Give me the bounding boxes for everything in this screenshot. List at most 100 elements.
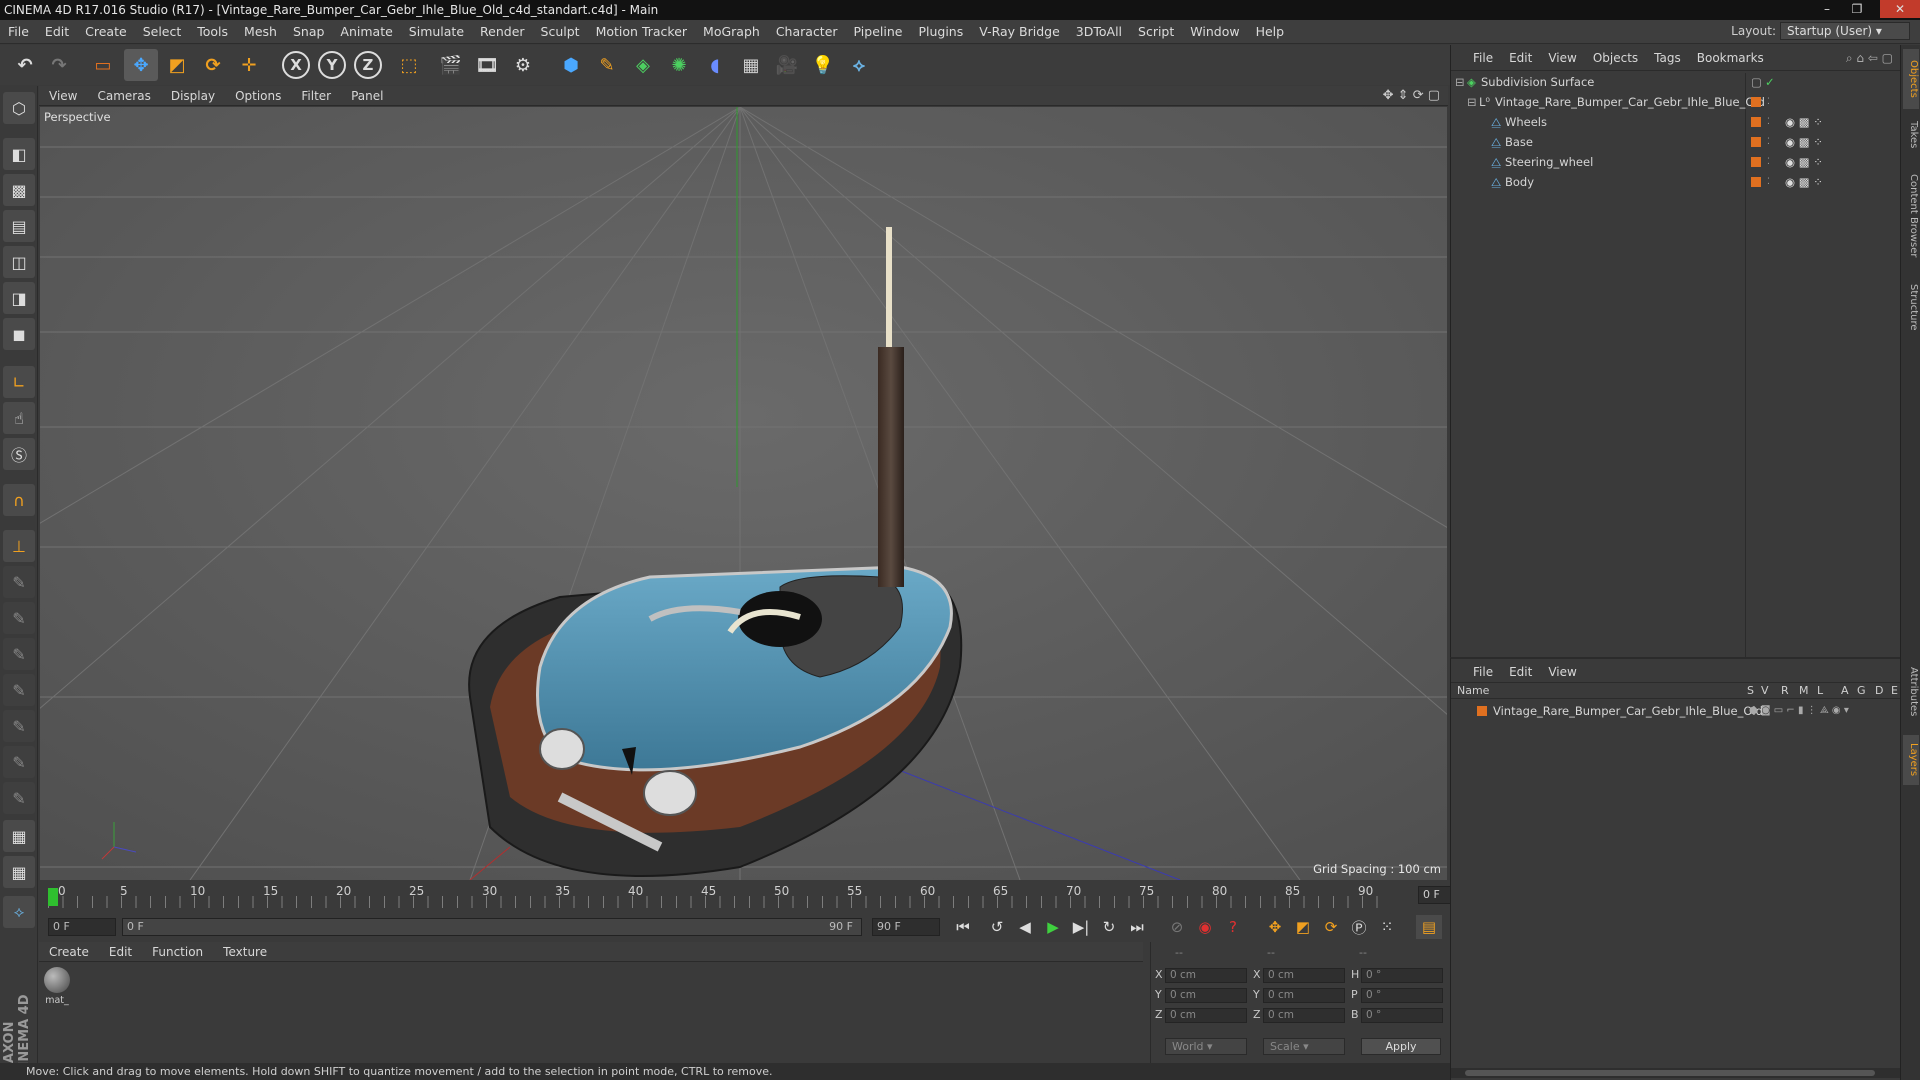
make-editable-icon[interactable]: ⬡: [3, 92, 35, 124]
menu-vray-bridge[interactable]: V-Ray Bridge: [971, 20, 1068, 44]
sculpt-brush-icon[interactable]: ✎: [3, 566, 35, 598]
timeline-layout-icon[interactable]: ▤: [1416, 915, 1442, 939]
python-script-icon[interactable]: ⟡: [3, 896, 35, 928]
deformer-icon[interactable]: ◖: [698, 49, 732, 81]
object-menu-bookmarks[interactable]: Bookmarks: [1689, 45, 1772, 71]
size-y-field[interactable]: 0 cm: [1263, 988, 1345, 1003]
layer-color-swatch[interactable]: [1751, 177, 1761, 187]
tab-attributes[interactable]: Attributes: [1903, 657, 1919, 727]
layer-color-swatch[interactable]: [1477, 706, 1487, 716]
object-menu-objects[interactable]: Objects: [1585, 45, 1646, 71]
sculpt-grab-icon[interactable]: ✎: [3, 746, 35, 778]
key-parameter-icon[interactable]: Ⓟ: [1346, 915, 1372, 939]
snap-icon[interactable]: ⊥: [3, 530, 35, 562]
render-settings-icon[interactable]: ⚙: [506, 49, 540, 81]
mograph-cloner-icon[interactable]: ✺: [662, 49, 696, 81]
material-tag-icon[interactable]: ◉ ▩ ⁘: [1785, 152, 1823, 172]
auto-keying-icon[interactable]: ◉: [1192, 915, 1218, 939]
object-row[interactable]: ⊟ ◈ Subdivision Surface ▢ ✓: [1451, 72, 1901, 92]
layer-row[interactable]: Vintage_Rare_Bumper_Car_Gebr_Ihle_Blue_O…: [1451, 701, 1901, 721]
rotation-h-field[interactable]: 0 °: [1361, 968, 1443, 983]
layer-horizontal-scrollbar[interactable]: [1451, 1068, 1901, 1078]
layer-color-swatch[interactable]: [1751, 97, 1761, 107]
polygons-mode-icon[interactable]: ◼: [3, 318, 35, 350]
position-y-field[interactable]: 0 cm: [1165, 988, 1247, 1003]
next-keyframe-icon[interactable]: ↻: [1096, 915, 1122, 939]
menu-render[interactable]: Render: [472, 20, 533, 44]
object-menu-tags[interactable]: Tags: [1646, 45, 1689, 71]
transform-tool-icon[interactable]: ✛: [232, 49, 266, 81]
viewport-menu-display[interactable]: Display: [161, 86, 225, 106]
workplane-icon[interactable]: ▤: [3, 210, 35, 242]
end-frame-field[interactable]: 90 F: [872, 918, 940, 936]
go-to-end-icon[interactable]: ⏭: [1124, 915, 1150, 939]
sculpt-pinch-icon[interactable]: ✎: [3, 782, 35, 814]
size-mode-dropdown[interactable]: Scale ▾: [1263, 1038, 1345, 1055]
key-position-icon[interactable]: ✥: [1262, 915, 1288, 939]
object-manager-search-icon[interactable]: ⌕ ⌂ ⇦ ▢: [1846, 45, 1893, 71]
minimize-button[interactable]: –: [1812, 0, 1842, 18]
tweak-mode-icon[interactable]: ☝: [3, 402, 35, 434]
layout-dropdown[interactable]: Startup (User) ▾: [1780, 22, 1910, 40]
solo-mode-icon[interactable]: Ⓢ: [3, 438, 35, 470]
floor-icon[interactable]: ▦: [734, 49, 768, 81]
rotate-tool-icon[interactable]: ⟳: [196, 49, 230, 81]
close-button[interactable]: ✕: [1880, 0, 1920, 18]
layer-color-swatch[interactable]: [1751, 157, 1761, 167]
cube-primitive-icon[interactable]: ⬢: [554, 49, 588, 81]
next-frame-icon[interactable]: ▶|: [1068, 915, 1094, 939]
object-row[interactable]: ⧋ Body ⁚ ◉ ▩ ⁘: [1451, 172, 1901, 192]
maximize-button[interactable]: ❐: [1842, 0, 1872, 18]
coordinate-mode-dropdown[interactable]: World ▾: [1165, 1038, 1247, 1055]
menu-snap[interactable]: Snap: [285, 20, 332, 44]
texture-mode-icon[interactable]: ▩: [3, 174, 35, 206]
position-x-field[interactable]: 0 cm: [1165, 968, 1247, 983]
menu-file[interactable]: File: [0, 20, 37, 44]
key-scale-icon[interactable]: ◩: [1290, 915, 1316, 939]
sculpt-smooth-icon[interactable]: ✎: [3, 638, 35, 670]
material-menu-function[interactable]: Function: [142, 942, 213, 962]
object-menu-view[interactable]: View: [1540, 45, 1584, 71]
object-row[interactable]: ⧋ Steering_wheel ⁚ ◉ ▩ ⁘: [1451, 152, 1901, 172]
playhead-marker[interactable]: [48, 888, 58, 906]
previous-frame-icon[interactable]: ◀: [1012, 915, 1038, 939]
viewport-menu-filter[interactable]: Filter: [291, 86, 341, 106]
menu-animate[interactable]: Animate: [332, 20, 400, 44]
material-menu-texture[interactable]: Texture: [213, 942, 277, 962]
menu-edit[interactable]: Edit: [37, 20, 77, 44]
rotation-b-field[interactable]: 0 °: [1361, 1008, 1443, 1023]
menu-plugins[interactable]: Plugins: [910, 20, 971, 44]
coordinate-system-icon[interactable]: ⬚: [392, 49, 426, 81]
material-tag-icon[interactable]: ◉ ▩ ⁘: [1785, 172, 1823, 192]
menu-create[interactable]: Create: [77, 20, 135, 44]
enable-check-icon[interactable]: ▢: [1751, 72, 1762, 92]
axis-mode-icon[interactable]: ∟: [3, 366, 35, 398]
x-axis-lock-icon[interactable]: X: [282, 51, 310, 79]
apply-button[interactable]: Apply: [1361, 1038, 1441, 1055]
tab-layers[interactable]: Layers: [1903, 735, 1919, 785]
sculpt-pull-icon[interactable]: ✎: [3, 602, 35, 634]
spline-pen-icon[interactable]: ✎: [590, 49, 624, 81]
python-icon[interactable]: ⟡: [842, 49, 876, 81]
model-mode-icon[interactable]: ◧: [3, 138, 35, 170]
menu-mograph[interactable]: MoGraph: [695, 20, 768, 44]
position-z-field[interactable]: 0 cm: [1165, 1008, 1247, 1023]
layer-color-swatch[interactable]: [1751, 117, 1761, 127]
record-keys-icon[interactable]: ⊘: [1164, 915, 1190, 939]
menu-simulate[interactable]: Simulate: [401, 20, 472, 44]
menu-3dtoall[interactable]: 3DToAll: [1068, 20, 1130, 44]
layer-menu-view[interactable]: View: [1540, 659, 1584, 685]
render-picture-viewer-icon[interactable]: 🎞: [470, 49, 504, 81]
viewport-menu-panel[interactable]: Panel: [341, 86, 393, 106]
subdivision-surface-icon[interactable]: ◈: [626, 49, 660, 81]
tab-content-browser[interactable]: Content Browser: [1903, 161, 1919, 271]
scale-tool-icon[interactable]: ◩: [160, 49, 194, 81]
object-row[interactable]: ⧋ Wheels ⁚ ◉ ▩ ⁘: [1451, 112, 1901, 132]
menu-script[interactable]: Script: [1130, 20, 1182, 44]
timeline-ruler[interactable]: 0 5 10 15 20 25 30 35 40 45 50 55 60 65 …: [40, 880, 1480, 916]
material-tag-icon[interactable]: ◉ ▩ ⁘: [1785, 132, 1823, 152]
sculpt-flatten-icon[interactable]: ✎: [3, 674, 35, 706]
menu-window[interactable]: Window: [1182, 20, 1247, 44]
layer-menu-edit[interactable]: Edit: [1501, 659, 1540, 685]
material-tag-icon[interactable]: ◉ ▩ ⁘: [1785, 112, 1823, 132]
